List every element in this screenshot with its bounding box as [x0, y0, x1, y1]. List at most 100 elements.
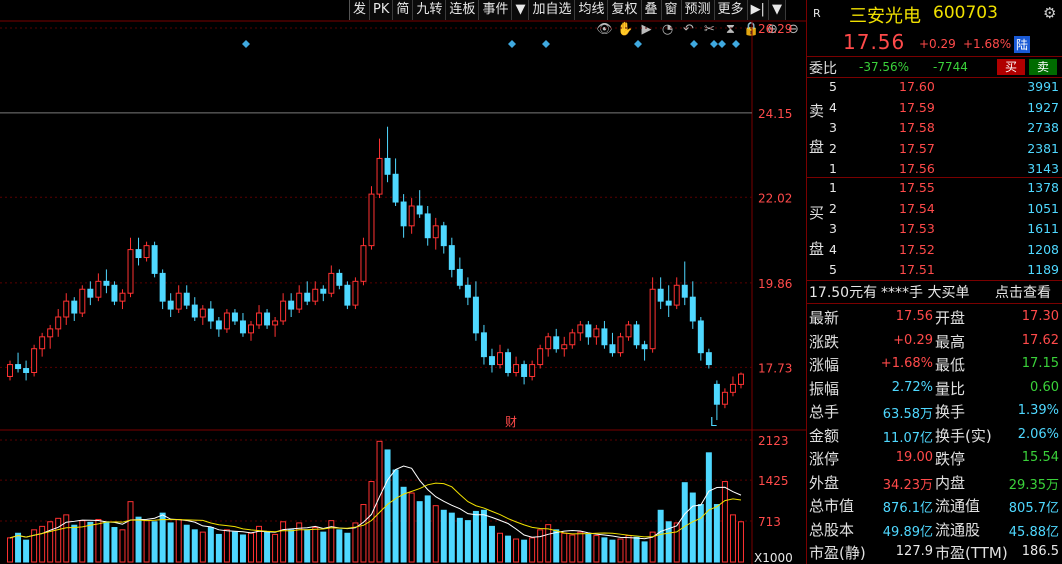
volume-bar: [183, 524, 190, 563]
candle: [456, 268, 463, 286]
stat-label: 换手: [935, 403, 966, 421]
stat-label: 总手: [809, 403, 840, 421]
candle: [71, 300, 78, 314]
candle: [31, 348, 38, 373]
candle: [625, 324, 632, 338]
stock-code: 600703: [933, 3, 998, 23]
kline-chart-area[interactable]: 发PK简九转连板事件▼加自选均线复权叠窗预测更多▶|▼ 👁✋▶◔↶✂⧗🔒⊕⊖ 2…: [0, 0, 806, 564]
volume-bar: [729, 514, 736, 563]
asks-level: 2: [829, 140, 837, 156]
candle: [617, 336, 624, 354]
stat-label: 涨跌: [809, 332, 840, 351]
bids-row: 4 17.52 1208: [807, 242, 1062, 260]
earnings-marker: 财: [505, 415, 517, 429]
bids-level: 3: [829, 221, 837, 237]
stat-row: 涨幅 +1.68% 最低 17.15: [807, 352, 1062, 374]
candle: [569, 332, 576, 346]
bids-row: 3 17.53 1611: [807, 221, 1062, 239]
volume-bar: [55, 517, 62, 563]
volume-bar: [215, 533, 222, 563]
candle: [167, 300, 174, 310]
volume-bar: [737, 521, 744, 563]
bids-volume: 1611: [1027, 221, 1059, 237]
candle: [95, 280, 102, 298]
volume-bar: [585, 533, 592, 563]
candle: [408, 205, 415, 227]
stat-value: 29.35万: [1008, 477, 1059, 493]
asks-row: 5 17.60 3991: [807, 79, 1062, 97]
candle: [328, 272, 335, 294]
stat-label: 市盈(TTM): [935, 544, 1008, 562]
asks-volume: 2738: [1027, 120, 1059, 136]
stat-value: 1.39%: [1017, 403, 1059, 418]
event-diamond-marker: [542, 40, 550, 48]
volume-bar: [39, 525, 46, 563]
bids-level: 4: [829, 241, 837, 257]
stat-label: 开盘: [935, 309, 966, 327]
volume-bar: [111, 527, 118, 563]
volume-bar: [95, 518, 102, 563]
volume-bar: [625, 535, 632, 563]
volume-bar: [673, 522, 680, 563]
quote-panel: R 三安光电 600703 ⚙ 17.56 +0.29 +1.68% 陆 委比 …: [806, 0, 1062, 564]
volume-bar: [448, 512, 455, 563]
volume-bar: [601, 537, 608, 563]
stat-label: 振幅: [809, 379, 840, 398]
kline-chart[interactable]: 26.29 24.15 22.02 19.86 17.73 财 L 2123 1425 713 X1…: [0, 0, 806, 564]
volume-bar: [336, 529, 343, 563]
bids-price: 17.53: [899, 221, 935, 237]
buy-button[interactable]: 买: [997, 59, 1025, 75]
volume-bar: [480, 509, 487, 563]
candle: [633, 324, 640, 346]
candle: [368, 193, 375, 247]
volume-bar: [689, 492, 696, 563]
volume-bar: [497, 532, 503, 563]
bids-price: 17.55: [899, 180, 935, 195]
volume-bar: [167, 522, 174, 563]
candle: [488, 356, 495, 366]
price-change: +0.29: [919, 37, 956, 51]
sell-button[interactable]: 卖: [1029, 59, 1057, 75]
stat-value: 805.7亿: [1008, 501, 1059, 516]
volume-bar: [280, 521, 287, 563]
candle: [111, 284, 118, 302]
stat-value: 19.00: [895, 450, 933, 465]
big-order-view-link[interactable]: 点击查看: [995, 282, 1051, 302]
candle: [320, 288, 327, 294]
volume-bar: [569, 534, 576, 563]
volume-axis-label: 713: [758, 515, 781, 529]
r-badge: R: [813, 7, 821, 20]
asks-volume: 1927: [1027, 99, 1059, 115]
stat-row: 市盈(静) 127.9 市盈(TTM) 186.5: [807, 540, 1062, 562]
asks-level: 1: [829, 161, 837, 177]
candle: [288, 300, 295, 310]
candle: [713, 383, 720, 405]
volume-bar: [304, 529, 311, 563]
candle: [585, 324, 592, 338]
last-price: 17.56: [843, 30, 906, 54]
stat-value: 17.56: [895, 309, 933, 324]
bids-level: 1: [829, 180, 837, 195]
stat-label: 最新: [809, 309, 840, 327]
asks-price: 17.56: [899, 161, 935, 177]
big-order-price: 17.50元有: [809, 285, 878, 301]
candle: [448, 245, 455, 270]
asks-volume: 2381: [1027, 140, 1059, 156]
volume-bar: [432, 505, 439, 563]
stat-value: 2.72%: [891, 379, 933, 395]
event-diamond-marker: [242, 40, 250, 48]
stat-value: 11.07亿: [882, 430, 933, 446]
price-axis-label: 22.02: [758, 191, 792, 205]
volume-bar: [352, 522, 359, 563]
volume-bar: [408, 492, 415, 563]
stat-row: 涨停 19.00 跌停 15.54: [807, 446, 1062, 468]
volume-bar: [657, 509, 664, 563]
event-diamond-marker: [508, 40, 516, 48]
volume-bar: [529, 537, 536, 563]
gear-icon[interactable]: ⚙: [1043, 4, 1056, 22]
candle: [352, 280, 359, 306]
stat-label: 流通值: [935, 497, 981, 515]
volume-bar: [119, 529, 126, 563]
volume-bar: [15, 532, 22, 563]
volume-bar: [561, 532, 568, 563]
